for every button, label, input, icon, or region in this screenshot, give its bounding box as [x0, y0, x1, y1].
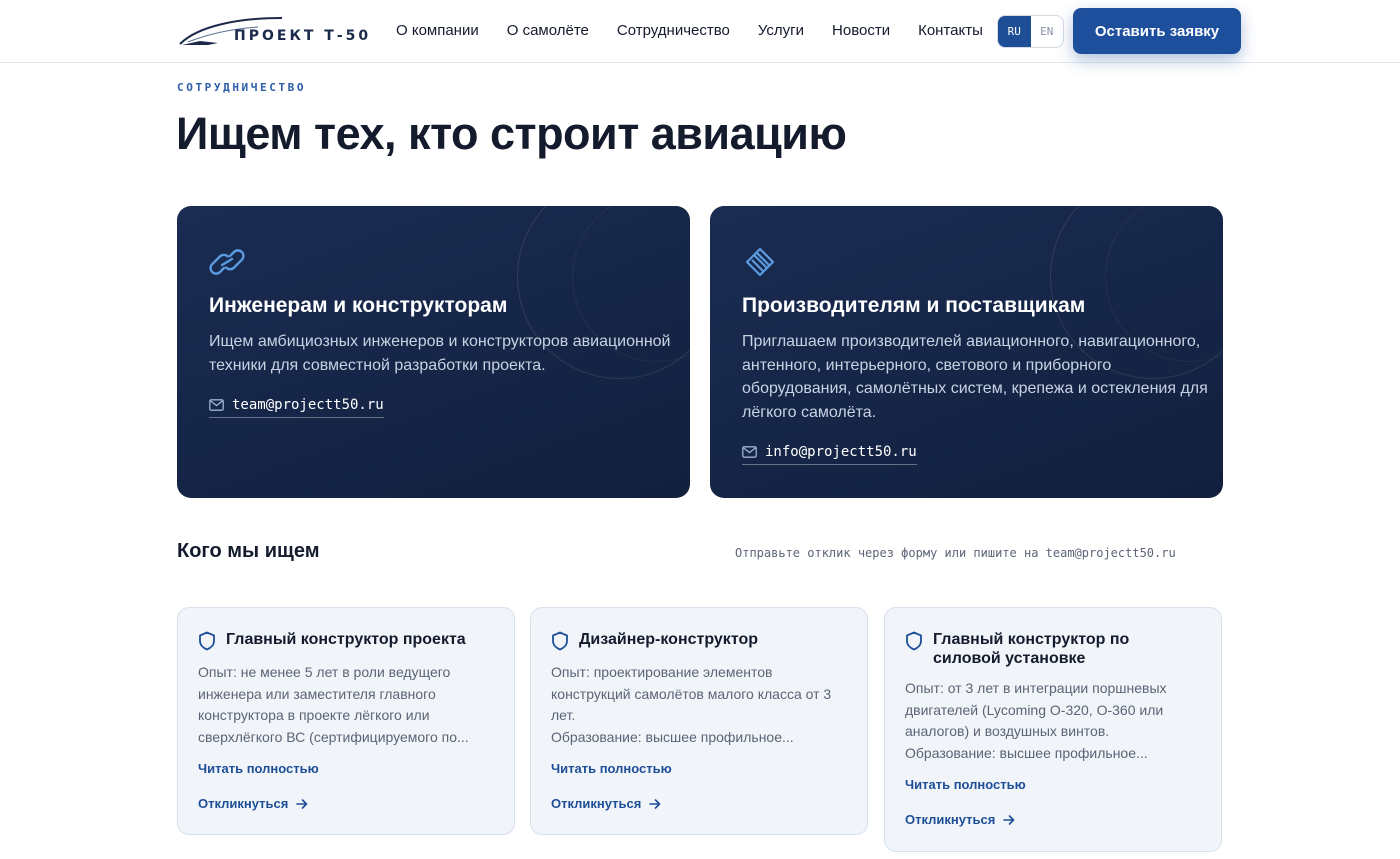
lang-en-button[interactable]: EN	[1031, 16, 1064, 47]
apply-label: Откликнуться	[198, 796, 289, 811]
vacancy-description: Опыт: не менее 5 лет в роли ведущего инж…	[198, 662, 488, 748]
mail-icon	[209, 399, 224, 411]
mail-icon	[742, 446, 757, 458]
read-more-link[interactable]: Читать полностью	[198, 761, 319, 776]
vacancy-title: Главный конструктор по силовой установке	[933, 631, 1130, 667]
vacancy-description: Опыт: от 3 лет в интеграции поршневых дв…	[905, 678, 1195, 764]
email-link-info[interactable]: info@projectt50.ru	[742, 444, 917, 465]
description-line: лёгкого самолёта.	[742, 403, 877, 421]
description-line: конструктора в проекте лёгкого или	[198, 707, 430, 723]
language-switcher: RU EN	[997, 15, 1064, 48]
site-header: ПРОЕКТ Т-50 О компании О самолёте Сотруд…	[0, 0, 1400, 63]
vacancies-title: Кого мы ищем	[177, 540, 320, 562]
vacancy-description: Опыт: проектирование элементов конструкц…	[551, 662, 841, 748]
vacancy-card-designer: Дизайнер-конструктор Опыт: проектировани…	[530, 607, 868, 835]
description-line: конструкций самолётов малого класса от 3	[551, 685, 832, 702]
shield-icon	[552, 631, 568, 651]
description-line: Ищем амбициозных инженеров и конструктор…	[209, 333, 671, 350]
description-line: двигателей (Lycoming O-320, O-360 или	[905, 701, 1164, 718]
arrow-right-icon	[649, 798, 661, 809]
description-line: Образование: высшее профильное...	[905, 744, 1148, 761]
vacancies-note: Отправьте отклик через форму или пишите …	[735, 546, 1176, 560]
apply-link[interactable]: Откликнуться	[198, 796, 308, 811]
submit-request-button[interactable]: Оставить заявку	[1073, 8, 1241, 54]
description-line: аналогов) и воздушных винтов.	[905, 723, 1110, 739]
email-address: team@projectt50.ru	[232, 397, 384, 413]
apply-link[interactable]: Откликнуться	[905, 812, 1015, 827]
description-line: Опыт: не менее 5 лет в роли ведущего	[198, 664, 451, 680]
shield-icon	[906, 631, 922, 651]
logo-text: ПРОЕКТ Т-50	[234, 28, 372, 44]
description-line: оборудования, самолётных систем, крепежа…	[742, 380, 1208, 397]
vacancy-card-powerplant-designer: Главный конструктор по силовой установке…	[884, 607, 1222, 852]
description-line: лет.	[551, 707, 576, 723]
description-line: Опыт: от 3 лет в интеграции поршневых	[905, 680, 1167, 696]
arrow-right-icon	[1003, 814, 1015, 825]
description-line: Образование: высшее профильное...	[551, 728, 794, 745]
email-address: info@projectt50.ru	[765, 444, 917, 460]
nav-item-news[interactable]: Новости	[832, 22, 890, 39]
partner-card-description: Приглашаем производителей авиационного, …	[742, 330, 1208, 424]
description-line: Приглашаем производителей авиационного, …	[742, 333, 1201, 350]
link-icon	[209, 249, 245, 275]
section-eyebrow: СОТРУДНИЧЕСТВО	[177, 81, 307, 94]
read-more-link[interactable]: Читать полностью	[551, 761, 672, 776]
apply-link[interactable]: Откликнуться	[551, 796, 661, 811]
vacancy-header: Главный конструктор по силовой установке	[905, 630, 1198, 668]
vacancy-header: Главный конструктор проекта	[198, 630, 491, 651]
nav-item-about-company[interactable]: О компании	[396, 22, 479, 39]
vacancy-title: Главный конструктор проекта	[226, 631, 466, 648]
logo[interactable]: ПРОЕКТ Т-50	[178, 14, 368, 48]
nav-item-about-aircraft[interactable]: О самолёте	[507, 22, 589, 39]
shield-icon	[199, 631, 215, 651]
partner-card-description: Ищем амбициозных инженеров и конструктор…	[209, 330, 671, 377]
vacancy-title: Дизайнер-конструктор	[579, 631, 758, 648]
partner-card-title: Инженерам и конструкторам	[209, 294, 508, 317]
lang-ru-button[interactable]: RU	[998, 16, 1031, 47]
partner-card-manufacturers: Производителям и поставщикам Приглашаем …	[710, 206, 1223, 498]
email-link-team[interactable]: team@projectt50.ru	[209, 397, 384, 418]
vacancy-card-chief-designer: Главный конструктор проекта Опыт: не мен…	[177, 607, 515, 835]
apply-label: Откликнуться	[551, 796, 642, 811]
description-line: техники для совместной разработки проект…	[209, 356, 546, 374]
nav-item-cooperation[interactable]: Сотрудничество	[617, 22, 730, 39]
nav-item-contacts[interactable]: Контакты	[918, 22, 983, 39]
apply-label: Откликнуться	[905, 812, 996, 827]
diamond-layers-icon	[745, 247, 775, 277]
nav-item-services[interactable]: Услуги	[758, 22, 804, 39]
partner-card-title: Производителям и поставщикам	[742, 294, 1086, 317]
description-line: инженера или заместителя главного	[198, 685, 436, 702]
description-line: антенного, интерьерного, светового и при…	[742, 356, 1112, 374]
vacancy-header: Дизайнер-конструктор	[551, 630, 844, 651]
description-line: сверхлёгкого ВС (сертифицируемого по...	[198, 728, 469, 745]
partner-card-engineers: Инженерам и конструкторам Ищем амбициозн…	[177, 206, 690, 498]
read-more-link[interactable]: Читать полностью	[905, 777, 1026, 792]
page-title: Ищем тех, кто строит авиацию	[176, 108, 847, 159]
description-line: Опыт: проектирование элементов	[551, 664, 773, 680]
main-nav: О компании О самолёте Сотрудничество Усл…	[396, 22, 1011, 39]
arrow-right-icon	[296, 798, 308, 809]
